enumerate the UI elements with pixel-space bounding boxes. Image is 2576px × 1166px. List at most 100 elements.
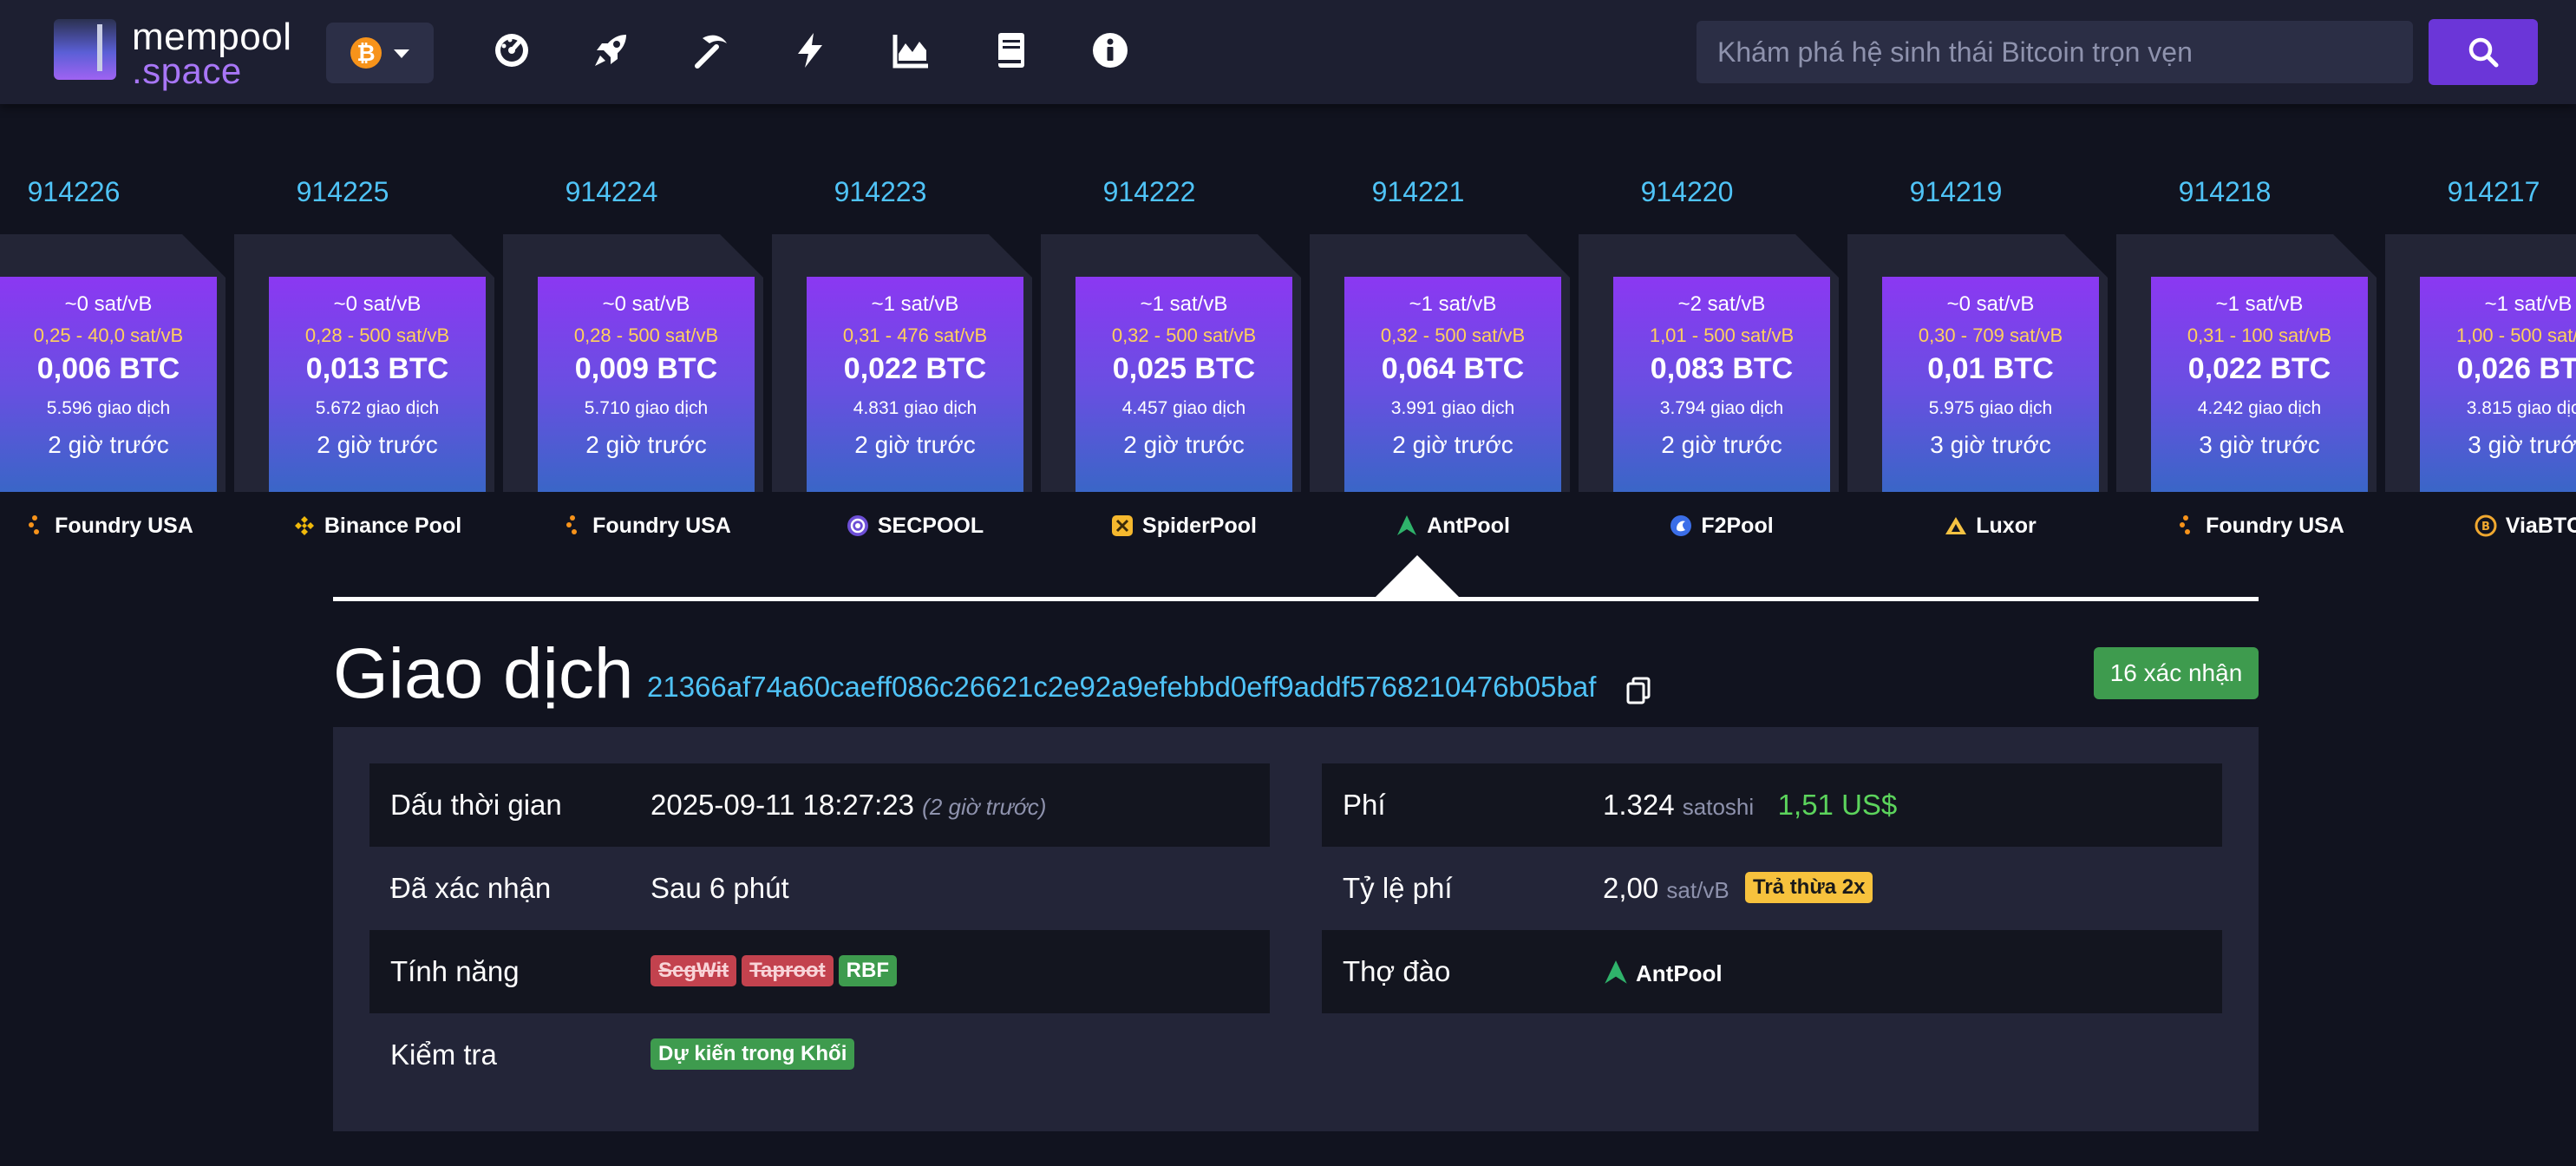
block-pool[interactable]: Foundry USA	[2116, 514, 2403, 539]
search-button[interactable]	[2429, 19, 2538, 85]
block-fee-range: 0,31 - 100 sat/vB	[2187, 324, 2332, 346]
fee-rate-value: 2,00 sat/vB Trả thừa 2x	[1603, 847, 1878, 932]
lightning-icon[interactable]	[791, 31, 829, 69]
block-median-fee: ~2 sat/vB	[1677, 292, 1766, 316]
block-pool[interactable]: SECPOOL	[772, 514, 1058, 539]
tag-rbf[interactable]: RBF	[838, 955, 897, 986]
block-pool[interactable]: Foundry USA	[0, 514, 252, 539]
tag-taproot[interactable]: Taproot	[742, 955, 834, 986]
block-height[interactable]: 914219	[1847, 176, 2064, 208]
block-median-fee: ~0 sat/vB	[333, 292, 422, 316]
row-label: Dấu thời gian	[390, 789, 562, 821]
row-label: Thợ đào	[1343, 955, 1451, 987]
block-tx-count: 4.457 giao dịch	[1121, 398, 1246, 418]
block-total-fees: 0,025 BTC	[1112, 352, 1256, 385]
block-height[interactable]: 914223	[772, 176, 989, 208]
logo-subtext: .space	[132, 50, 242, 91]
block-fee-range: 0,25 - 40,0 sat/vB	[33, 324, 184, 346]
copy-icon[interactable]	[1625, 677, 1651, 704]
block-pool[interactable]: SpiderPool	[1041, 514, 1327, 539]
row-label: Tỷ lệ phí	[1343, 872, 1453, 904]
chart-icon[interactable]	[892, 31, 930, 69]
block-height[interactable]: 914218	[2116, 176, 2333, 208]
fee-value: 1.324 satoshi 1,51 US$	[1603, 789, 1898, 821]
pool-name: SECPOOL	[877, 514, 984, 538]
rocket-icon[interactable]	[592, 31, 630, 69]
block-height[interactable]: 914221	[1310, 176, 1527, 208]
block-total-fees: 0,026 BTC	[2456, 352, 2576, 385]
tag-segwit[interactable]: SegWit	[651, 955, 737, 986]
row-miner: Thợ đào AntPool	[1322, 930, 2222, 1013]
blockchain-divider	[333, 597, 2259, 601]
row-label: Kiểm tra	[390, 1038, 497, 1071]
block-total-fees: 0,064 BTC	[1381, 352, 1525, 385]
block-height[interactable]: 914224	[503, 176, 720, 208]
block-time: 2 giờ trước	[1661, 431, 1782, 458]
block-fee-range: 0,31 - 476 sat/vB	[842, 324, 988, 346]
block-median-fee: ~0 sat/vB	[1946, 292, 2035, 316]
block-card[interactable]: 914219 ~0 sat/vB 0,30 - 709 sat/vB 0,01 …	[1847, 169, 2116, 551]
block-total-fees: 0,022 BTC	[2187, 352, 2331, 385]
block-height[interactable]: 914220	[1579, 176, 1795, 208]
overpaid-badge: Trả thừa 2x	[1745, 872, 1873, 903]
block-cube-front: ~0 sat/vB 0,30 - 709 sat/vB 0,01 BTC 5.9…	[1882, 277, 2099, 492]
block-card[interactable]: 914222 ~1 sat/vB 0,32 - 500 sat/vB 0,025…	[1041, 169, 1310, 551]
block-card[interactable]: 914220 ~2 sat/vB 1,01 - 500 sat/vB 0,083…	[1579, 169, 1847, 551]
block-pool[interactable]: Foundry USA	[503, 514, 789, 539]
block-fee-range: 0,32 - 500 sat/vB	[1380, 324, 1526, 346]
block-height[interactable]: 914222	[1041, 176, 1258, 208]
block-pool[interactable]: B ViaBTC	[2385, 514, 2576, 539]
block-pool[interactable]: Binance Pool	[234, 514, 520, 539]
block-cube-front: ~1 sat/vB 0,32 - 500 sat/vB 0,064 BTC 3.…	[1344, 277, 1561, 492]
pool-name: AntPool	[1427, 514, 1510, 538]
pool-name: Luxor	[1976, 514, 2037, 538]
block-total-fees: 0,022 BTC	[843, 352, 987, 385]
block-fee-range: 0,30 - 709 sat/vB	[1918, 324, 2063, 346]
block-height[interactable]: 914226	[0, 176, 182, 208]
confirmations-badge: 16 xác nhận	[2094, 647, 2259, 699]
dashboard-icon[interactable]	[493, 31, 531, 69]
block-card[interactable]: 914223 ~1 sat/vB 0,31 - 476 sat/vB 0,022…	[772, 169, 1041, 551]
search-input[interactable]	[1697, 21, 2413, 83]
block-median-fee: ~1 sat/vB	[1409, 292, 1497, 316]
block-median-fee: ~0 sat/vB	[64, 292, 153, 316]
info-icon[interactable]	[1091, 31, 1129, 69]
transaction-id[interactable]: 21366af74a60caeff086c26621c2e92a9efebbd0…	[647, 671, 1596, 704]
block-total-fees: 0,009 BTC	[574, 352, 718, 385]
docs-icon[interactable]	[992, 31, 1030, 69]
pickaxe-icon[interactable]	[692, 31, 730, 69]
miner-value[interactable]: AntPool	[1603, 930, 1723, 1015]
block-card[interactable]: 914224 ~0 sat/vB 0,28 - 500 sat/vB 0,009…	[503, 169, 772, 551]
block-card[interactable]: 914218 ~1 sat/vB 0,31 - 100 sat/vB 0,022…	[2116, 169, 2385, 551]
block-pool[interactable]: AntPool	[1310, 514, 1596, 539]
mempool-logo[interactable]: mempool .space	[54, 16, 305, 91]
transaction-details-panel: Dấu thời gian 2025-09-11 18:27:23 (2 giờ…	[333, 727, 2259, 1131]
audit-tags: Dự kiến trong Khối	[651, 1013, 860, 1097]
block-tx-count: 4.242 giao dịch	[2197, 398, 2322, 418]
block-pool[interactable]: F2Pool	[1579, 514, 1865, 539]
row-label: Tính năng	[390, 955, 520, 987]
block-fee-range: 1,00 - 500 sat/vB	[2455, 324, 2576, 346]
logo-mark-icon	[54, 19, 116, 80]
block-height[interactable]: 914225	[234, 176, 451, 208]
block-pool[interactable]: Luxor	[1847, 514, 2134, 539]
block-fee-range: 0,28 - 500 sat/vB	[573, 324, 719, 346]
relative-time: (2 giờ trước)	[922, 794, 1047, 820]
selected-block-pointer	[1374, 555, 1461, 599]
block-time: 3 giờ trước	[1930, 431, 2051, 458]
block-card[interactable]: 914225 ~0 sat/vB 0,28 - 500 sat/vB 0,013…	[234, 169, 503, 551]
block-height[interactable]: 914217	[2385, 176, 2576, 208]
pool-name: SpiderPool	[1142, 514, 1257, 538]
pool-name: ViaBTC	[2505, 514, 2576, 538]
block-time: 2 giờ trước	[1392, 431, 1514, 458]
network-selector[interactable]: ₿	[326, 23, 434, 83]
spiderpool-icon	[1112, 515, 1134, 536]
antpool-icon	[1605, 960, 1627, 984]
bitcoin-icon: ₿	[350, 37, 382, 69]
block-card[interactable]: 914226 ~0 sat/vB 0,25 - 40,0 sat/vB 0,00…	[0, 169, 234, 551]
block-median-fee: ~1 sat/vB	[871, 292, 959, 316]
row-features: Tính năng SegWit Taproot RBF	[369, 930, 1270, 1013]
tag-expected-in-block[interactable]: Dự kiến trong Khối	[651, 1038, 855, 1070]
block-card[interactable]: 914221 ~1 sat/vB 0,32 - 500 sat/vB 0,064…	[1310, 169, 1579, 551]
block-card[interactable]: 914217 ~1 sat/vB 1,00 - 500 sat/vB 0,026…	[2385, 169, 2576, 551]
